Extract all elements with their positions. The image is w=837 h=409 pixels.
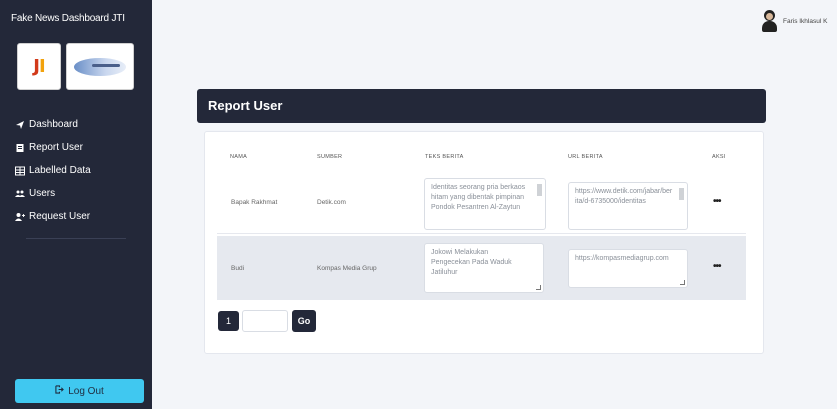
teks-berita-textarea[interactable]: Identitas seorang pria berkaos hitam yan…: [424, 178, 546, 230]
sidebar-item-labelled-data[interactable]: Labelled Data: [15, 159, 91, 182]
sidebar-item-users[interactable]: Users: [15, 182, 91, 205]
teks-berita-text: Jokowi Melakukan Pengecekan Pada Waduk J…: [431, 249, 512, 277]
url-berita-text: https://www.detik.com/jabar/berita/d-673…: [575, 188, 673, 206]
report-icon: [15, 143, 25, 153]
logout-label: Log Out: [68, 385, 104, 397]
cell-sumber: Detik.com: [317, 199, 346, 206]
logout-button[interactable]: Log Out: [15, 379, 144, 403]
scrollbar[interactable]: [678, 186, 685, 226]
resize-handle-icon[interactable]: [680, 280, 685, 285]
sidebar-item-label: Report User: [29, 142, 83, 153]
teks-berita-textarea[interactable]: Jokowi Melakukan Pengecekan Pada Waduk J…: [424, 243, 544, 293]
sidebar-item-label: Dashboard: [29, 119, 78, 130]
teks-berita-text: Identitas seorang pria berkaos hitam yan…: [431, 184, 526, 212]
scrollbar[interactable]: [536, 182, 543, 226]
sidebar: Fake News Dashboard JTI JI Dashboard Rep…: [0, 0, 152, 409]
user-menu[interactable]: Faris Ikhlasul K: [762, 10, 827, 32]
page-number-button[interactable]: 1: [218, 311, 239, 331]
sidebar-item-report-user[interactable]: Report User: [15, 136, 91, 159]
logout-icon: [55, 385, 65, 397]
cell-nama: Bapak Rakhmat: [231, 199, 278, 206]
polinema-logo: [66, 43, 134, 90]
column-header-url-berita: URL BERITA: [568, 154, 603, 160]
column-header-teks-berita: TEKS BERITA: [425, 154, 464, 160]
page-title: Report User: [197, 89, 766, 123]
jti-logo: JI: [17, 43, 61, 90]
url-berita-textarea[interactable]: https://kompasmediagrup.com: [568, 249, 688, 288]
send-icon: [15, 120, 25, 130]
page-input[interactable]: [242, 310, 288, 332]
user-name: Faris Ikhlasul K: [783, 17, 828, 25]
avatar: [762, 10, 777, 32]
cell-sumber: Kompas Media Grup: [317, 265, 377, 272]
sidebar-item-dashboard[interactable]: Dashboard: [15, 113, 91, 136]
user-plus-icon: [15, 212, 25, 222]
sidebar-nav: Dashboard Report User Labelled Data User…: [15, 113, 91, 228]
sidebar-item-label: Users: [29, 188, 56, 199]
sidebar-item-request-user[interactable]: Request User: [15, 205, 91, 228]
resize-handle-icon[interactable]: [536, 285, 541, 290]
url-berita-textarea[interactable]: https://www.detik.com/jabar/berita/d-673…: [568, 182, 688, 230]
sidebar-item-label: Labelled Data: [29, 165, 91, 176]
column-header-aksi: AKSI: [712, 154, 726, 160]
cell-nama: Budi: [231, 265, 245, 272]
column-header-sumber: SUMBER: [317, 154, 343, 160]
table-icon: [15, 166, 25, 176]
sidebar-item-label: Request User: [29, 211, 91, 222]
sidebar-divider: [26, 238, 126, 239]
more-actions-icon[interactable]: •••: [713, 261, 721, 272]
users-icon: [15, 189, 25, 199]
more-actions-icon[interactable]: •••: [713, 196, 721, 207]
column-header-nama: NAMA: [230, 154, 248, 160]
url-berita-text: https://kompasmediagrup.com: [575, 255, 669, 262]
go-button[interactable]: Go: [292, 310, 316, 332]
app-title: Fake News Dashboard JTI: [11, 13, 125, 24]
